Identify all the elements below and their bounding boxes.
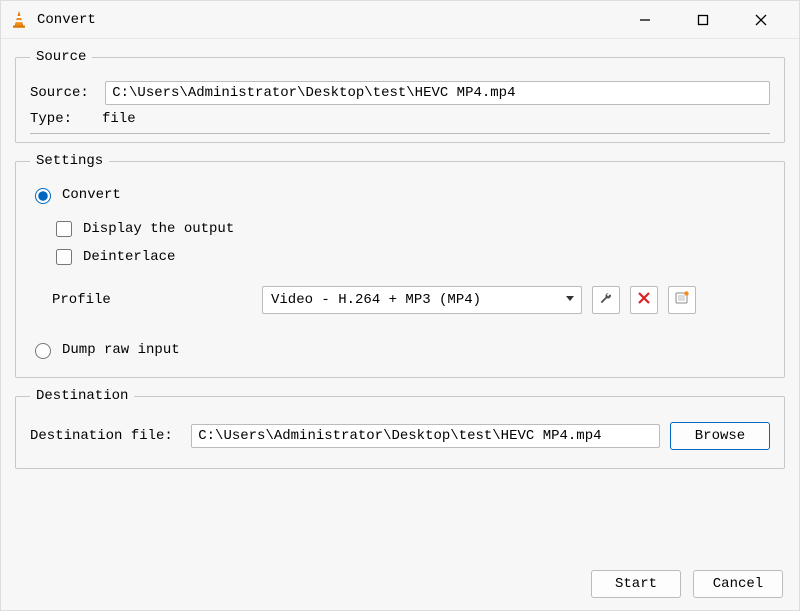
delete-profile-button[interactable] <box>630 286 658 314</box>
minimize-button[interactable] <box>627 6 663 34</box>
convert-dialog: Convert Source Source: Type: file <box>0 0 800 611</box>
type-label: Type: <box>30 111 94 127</box>
divider <box>30 133 770 134</box>
display-output-label: Display the output <box>83 221 234 237</box>
vlc-cone-icon <box>9 10 29 30</box>
settings-legend: Settings <box>30 153 109 169</box>
profile-selected-value: Video - H.264 + MP3 (MP4) <box>271 292 481 308</box>
start-button[interactable]: Start <box>591 570 681 598</box>
titlebar: Convert <box>1 1 799 39</box>
deinterlace-checkbox[interactable] <box>56 249 72 265</box>
window-controls <box>627 6 791 34</box>
source-group: Source Source: Type: file <box>15 49 785 143</box>
convert-radio[interactable] <box>35 188 51 204</box>
close-button[interactable] <box>743 6 779 34</box>
edit-profile-button[interactable] <box>592 286 620 314</box>
wrench-icon <box>598 290 614 311</box>
destination-legend: Destination <box>30 388 134 404</box>
source-label: Source: <box>30 85 97 101</box>
maximize-button[interactable] <box>685 6 721 34</box>
browse-button[interactable]: Browse <box>670 422 770 450</box>
source-input[interactable] <box>105 81 770 105</box>
settings-group: Settings Convert Display the output Dein… <box>15 153 785 378</box>
display-output-checkbox[interactable] <box>56 221 72 237</box>
dialog-content: Source Source: Type: file Settings Conve… <box>1 39 799 560</box>
dialog-footer: Start Cancel <box>1 560 799 610</box>
deinterlace-label: Deinterlace <box>83 249 175 265</box>
chevron-down-icon <box>565 292 575 308</box>
destination-group: Destination Destination file: Browse <box>15 388 785 469</box>
delete-x-icon <box>637 291 651 310</box>
type-value: file <box>102 111 136 127</box>
destination-file-input[interactable] <box>191 424 660 448</box>
cancel-button[interactable]: Cancel <box>693 570 783 598</box>
new-profile-icon <box>674 290 690 311</box>
convert-radio-label: Convert <box>62 187 121 203</box>
profile-select[interactable]: Video - H.264 + MP3 (MP4) <box>262 286 582 314</box>
new-profile-button[interactable] <box>668 286 696 314</box>
dump-raw-label: Dump raw input <box>62 342 180 358</box>
profile-label: Profile <box>52 292 252 308</box>
dump-raw-radio[interactable] <box>35 343 51 359</box>
window-title: Convert <box>37 12 96 28</box>
source-legend: Source <box>30 49 92 65</box>
destination-file-label: Destination file: <box>30 428 181 444</box>
